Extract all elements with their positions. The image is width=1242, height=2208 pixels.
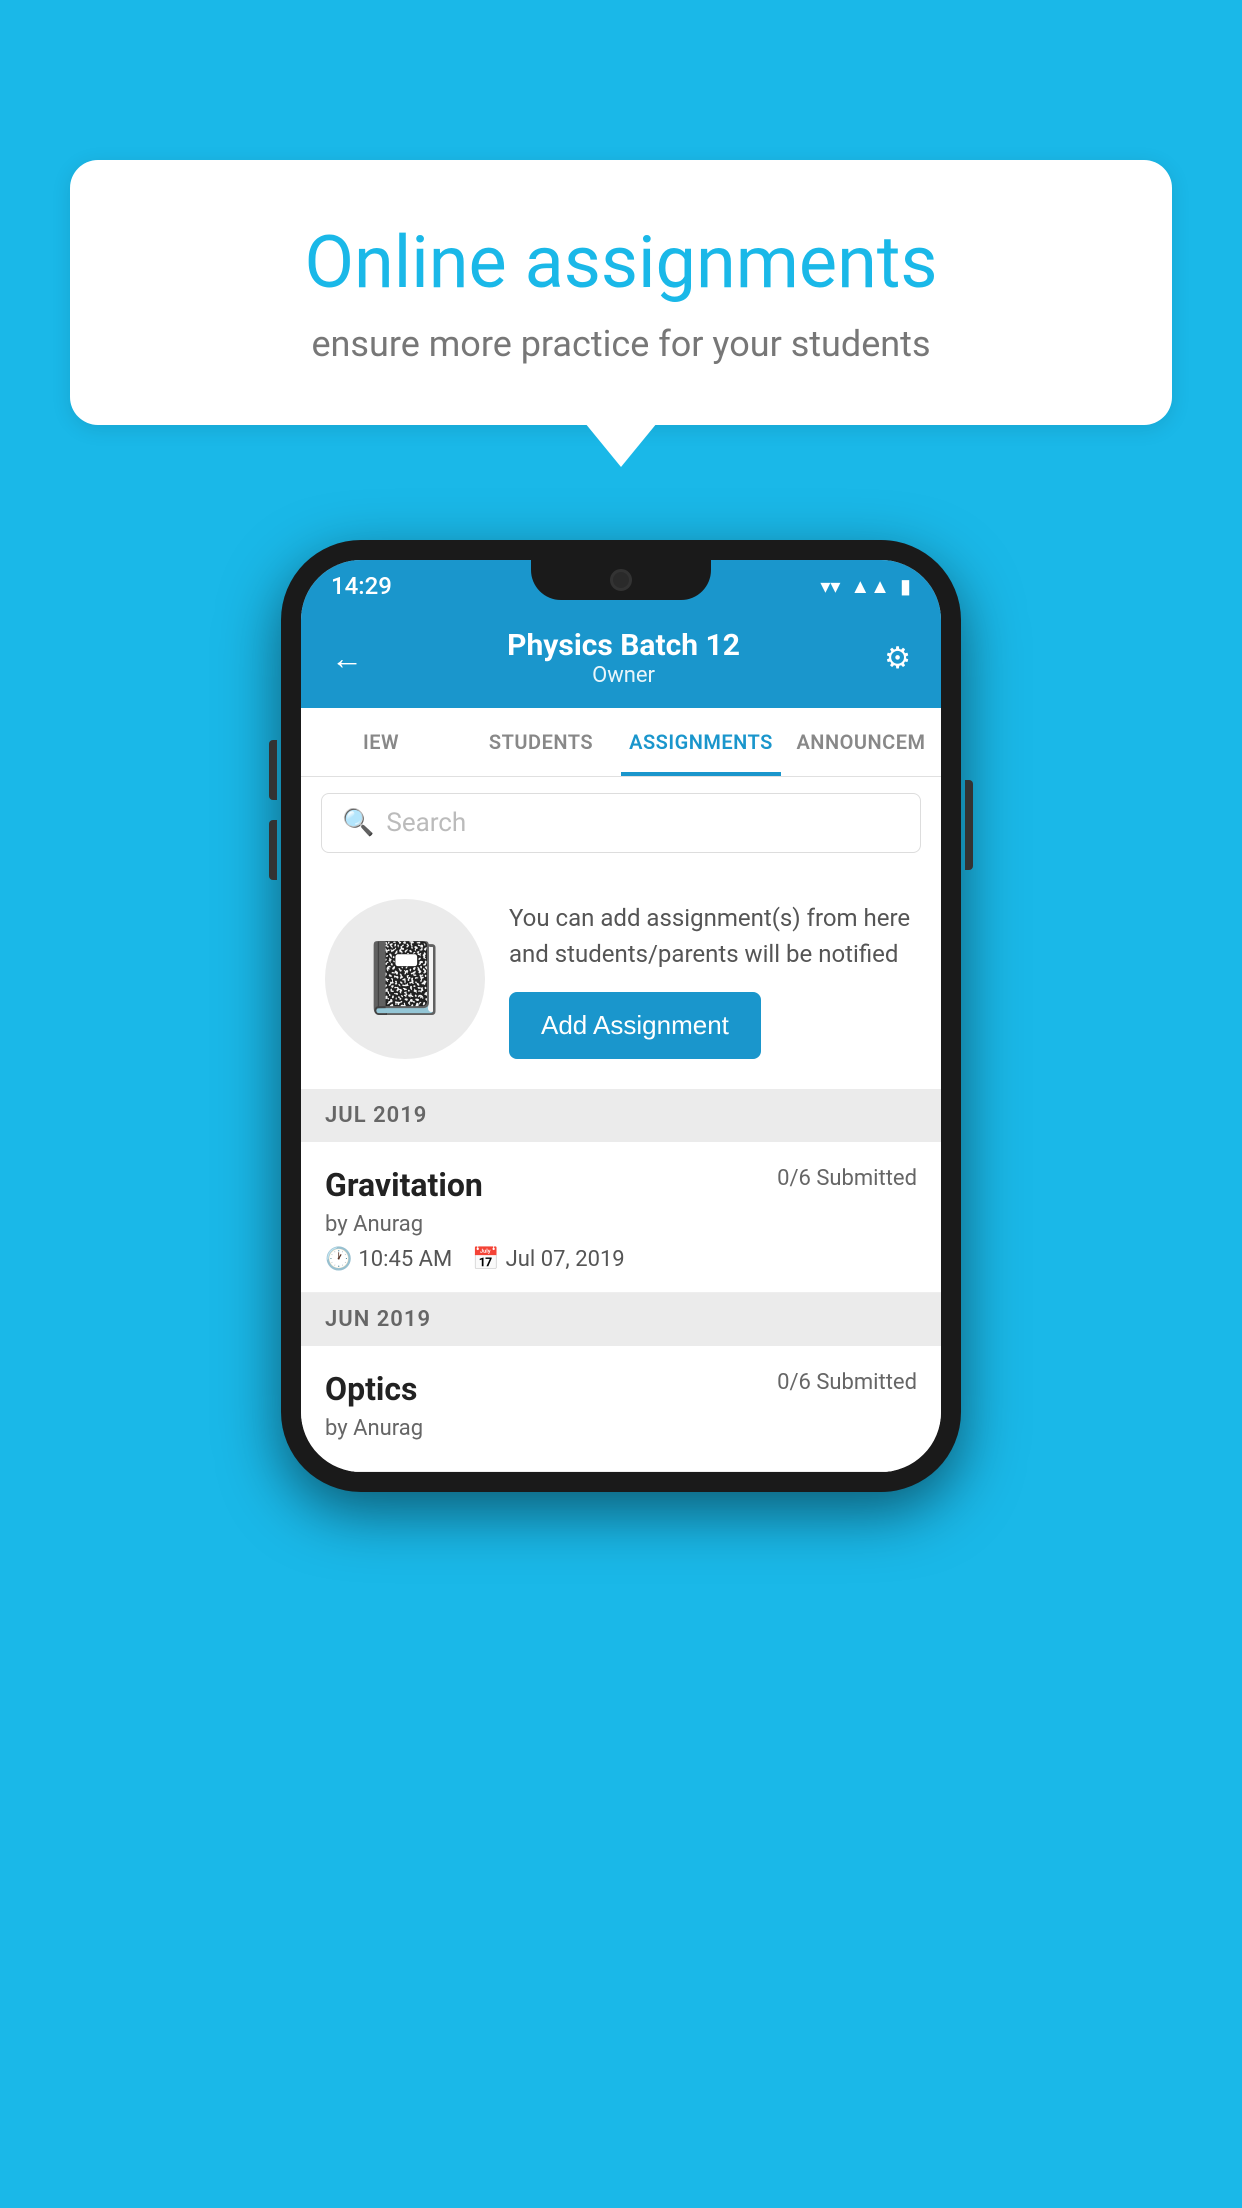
tab-assignments[interactable]: ASSIGNMENTS xyxy=(621,708,781,776)
speech-bubble: Online assignments ensure more practice … xyxy=(70,160,1172,425)
section-label-jun: JUN 2019 xyxy=(325,1307,431,1332)
phone-notch xyxy=(531,560,711,600)
assignment-submitted-gravitation: 0/6 Submitted xyxy=(777,1166,917,1191)
section-header-jul: JUL 2019 xyxy=(301,1089,941,1142)
notebook-icon: 📓 xyxy=(361,938,448,1020)
phone-wrapper: 14:29 ▾▾ ▲▲ ▮ ← Physics Batch 12 Owner ⚙… xyxy=(281,540,961,1492)
wifi-icon: ▾▾ xyxy=(820,574,840,598)
assignment-item-optics[interactable]: Optics 0/6 Submitted by Anurag xyxy=(301,1346,941,1472)
add-assignment-right: You can add assignment(s) from here and … xyxy=(509,900,917,1059)
header-subtitle: Owner xyxy=(507,663,740,688)
tabs-bar: IEW STUDENTS ASSIGNMENTS ANNOUNCEM xyxy=(301,708,941,777)
add-assignment-button[interactable]: Add Assignment xyxy=(509,992,761,1059)
volume-down-button[interactable] xyxy=(269,820,277,880)
assignment-time: 🕐 10:45 AM xyxy=(325,1247,452,1272)
tab-iew[interactable]: IEW xyxy=(301,708,461,776)
power-button[interactable] xyxy=(965,780,973,870)
section-label-jul: JUL 2019 xyxy=(325,1103,427,1128)
phone-outer: 14:29 ▾▾ ▲▲ ▮ ← Physics Batch 12 Owner ⚙… xyxy=(281,540,961,1492)
assignment-submitted-optics: 0/6 Submitted xyxy=(777,1370,917,1395)
assignment-icon-circle: 📓 xyxy=(325,899,485,1059)
phone-screen: 14:29 ▾▾ ▲▲ ▮ ← Physics Batch 12 Owner ⚙… xyxy=(301,560,941,1472)
assignment-item-header: Gravitation 0/6 Submitted xyxy=(325,1166,917,1204)
assignment-title-gravitation: Gravitation xyxy=(325,1166,483,1204)
tab-announcements[interactable]: ANNOUNCEM xyxy=(781,708,941,776)
back-button[interactable]: ← xyxy=(331,639,363,677)
assignment-date: 📅 Jul 07, 2019 xyxy=(472,1247,624,1272)
section-header-jun: JUN 2019 xyxy=(301,1293,941,1346)
assignment-title-optics: Optics xyxy=(325,1370,417,1408)
front-camera xyxy=(610,569,632,591)
assignment-item-gravitation[interactable]: Gravitation 0/6 Submitted by Anurag 🕐 10… xyxy=(301,1142,941,1293)
clock-icon: 🕐 xyxy=(325,1247,352,1272)
search-icon: 🔍 xyxy=(342,808,374,838)
header-title-area: Physics Batch 12 Owner xyxy=(507,628,740,688)
speech-bubble-container: Online assignments ensure more practice … xyxy=(70,160,1172,425)
add-assignment-description: You can add assignment(s) from here and … xyxy=(509,900,917,972)
assignment-item-header-optics: Optics 0/6 Submitted xyxy=(325,1370,917,1408)
battery-icon: ▮ xyxy=(900,574,911,598)
search-container: 🔍 Search xyxy=(301,777,941,869)
assignment-date-value: Jul 07, 2019 xyxy=(506,1247,625,1272)
settings-button[interactable]: ⚙ xyxy=(884,641,911,676)
tab-students[interactable]: STUDENTS xyxy=(461,708,621,776)
app-header: ← Physics Batch 12 Owner ⚙ xyxy=(301,612,941,708)
assignment-by-gravitation: by Anurag xyxy=(325,1212,917,1237)
speech-bubble-title: Online assignments xyxy=(140,220,1102,305)
status-icons: ▾▾ ▲▲ ▮ xyxy=(820,574,911,599)
assignment-by-optics: by Anurag xyxy=(325,1416,917,1441)
assignment-time-value: 10:45 AM xyxy=(358,1247,452,1272)
volume-up-button[interactable] xyxy=(269,740,277,800)
status-time: 14:29 xyxy=(331,572,392,600)
speech-bubble-subtitle: ensure more practice for your students xyxy=(140,323,1102,365)
add-assignment-section: 📓 You can add assignment(s) from here an… xyxy=(301,869,941,1089)
header-title: Physics Batch 12 xyxy=(507,628,740,663)
calendar-icon: 📅 xyxy=(472,1247,499,1272)
search-placeholder: Search xyxy=(386,808,466,838)
signal-icon: ▲▲ xyxy=(850,574,890,599)
assignment-meta-gravitation: 🕐 10:45 AM 📅 Jul 07, 2019 xyxy=(325,1247,917,1272)
search-input-wrapper[interactable]: 🔍 Search xyxy=(321,793,921,853)
